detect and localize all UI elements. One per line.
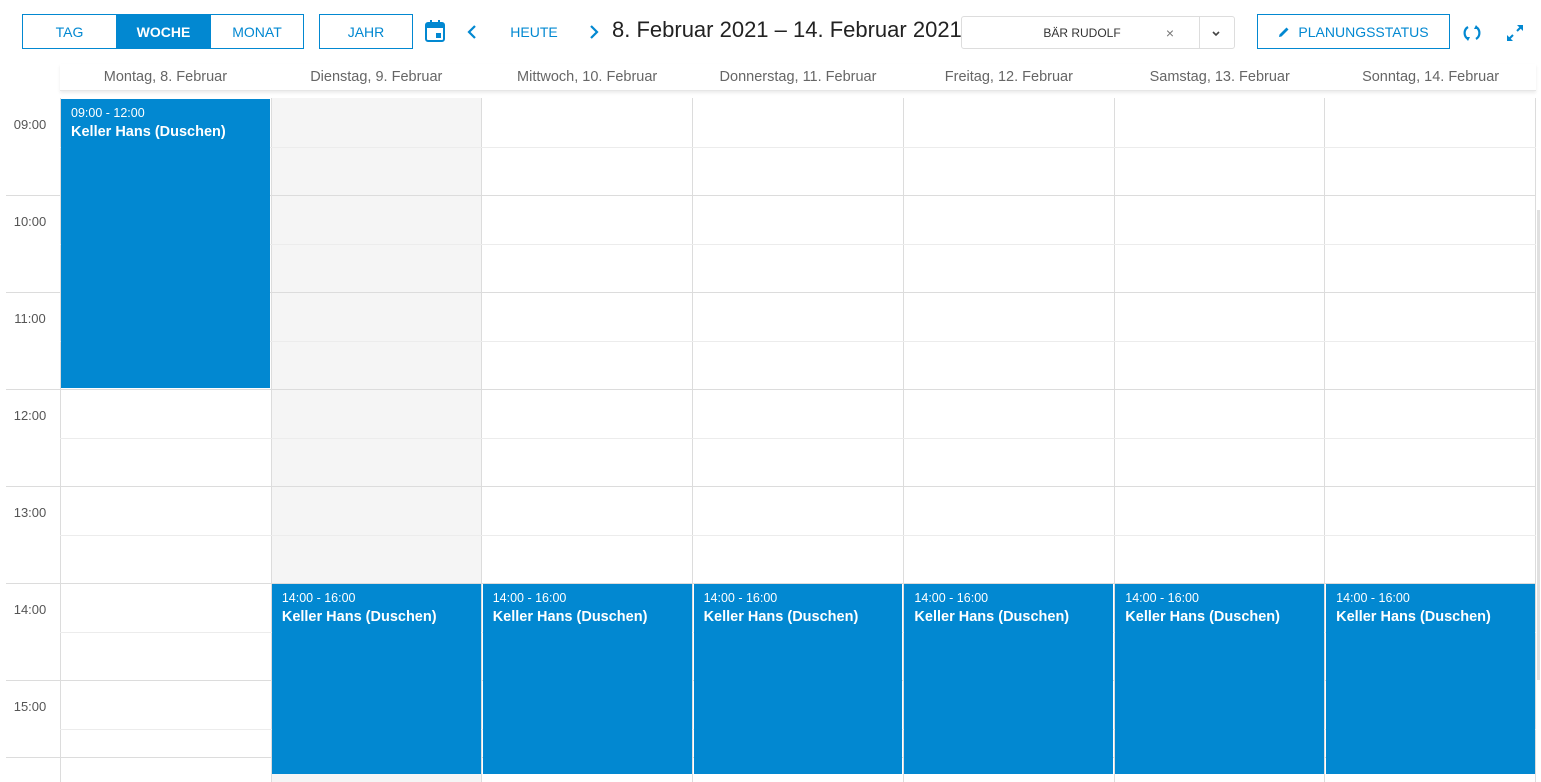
planning-status-button[interactable]: PLANUNGSSTATUS	[1257, 14, 1450, 49]
day-header-tuesday[interactable]: Dienstag, 9. Februar	[271, 64, 482, 90]
date-range-title: 8. Februar 2021 – 14. Februar 2021	[612, 17, 962, 42]
day-header-thursday[interactable]: Donnerstag, 11. Februar	[693, 64, 904, 90]
time-label: 15:00	[13, 699, 47, 714]
calendar-event[interactable]: 14:00 - 16:00 Keller Hans (Duschen)	[1115, 584, 1325, 774]
half-hour-line	[60, 147, 1536, 148]
close-icon[interactable]: ×	[1162, 25, 1178, 41]
day-header-friday[interactable]: Freitag, 12. Februar	[903, 64, 1114, 90]
hour-line	[6, 389, 1536, 390]
event-title: Keller Hans (Duschen)	[281, 609, 437, 625]
half-hour-line	[60, 535, 1536, 536]
pencil-icon	[1279, 27, 1289, 37]
half-hour-line	[60, 438, 1536, 439]
person-select[interactable]: BÄR RUDOLF ×	[961, 16, 1235, 49]
expand-icon[interactable]	[1504, 22, 1526, 44]
scrollbar[interactable]	[1537, 210, 1540, 680]
half-hour-line	[60, 244, 1536, 245]
view-year-button[interactable]: JAHR	[319, 14, 413, 49]
day-header-row: Montag, 8. Februar Dienstag, 9. Februar …	[60, 64, 1536, 91]
select-divider	[1199, 17, 1200, 48]
time-label: 09:00	[13, 117, 47, 132]
event-time: 09:00 - 12:00	[71, 106, 145, 120]
time-label: 10:00	[13, 214, 47, 229]
calendar-event[interactable]: 14:00 - 16:00 Keller Hans (Duschen)	[482, 584, 692, 774]
refresh-icon[interactable]	[1461, 22, 1483, 44]
half-hour-line	[60, 341, 1536, 342]
chevron-left-icon[interactable]	[462, 21, 482, 43]
calendar-icon[interactable]	[424, 19, 446, 43]
event-title: Keller Hans (Duschen)	[492, 609, 648, 625]
today-button[interactable]: HEUTE	[502, 20, 566, 44]
day-header-wednesday[interactable]: Mittwoch, 10. Februar	[482, 64, 693, 90]
day-header-saturday[interactable]: Samstag, 13. Februar	[1114, 64, 1325, 90]
event-title: Keller Hans (Duschen)	[71, 124, 226, 140]
calendar-event[interactable]: 14:00 - 16:00 Keller Hans (Duschen)	[271, 584, 481, 774]
event-time: 14:00 - 16:00	[492, 591, 567, 605]
calendar-toolbar: TAG WOCHE MONAT JAHR HEUTE 8. Februar 20…	[0, 0, 1541, 64]
view-week-button[interactable]: WOCHE	[117, 15, 211, 48]
calendar-event[interactable]: 14:00 - 16:00 Keller Hans (Duschen)	[1326, 584, 1535, 774]
view-day-button[interactable]: TAG	[23, 15, 117, 48]
calendar-event[interactable]: 09:00 - 12:00 Keller Hans (Duschen)	[61, 99, 270, 388]
week-grid: 09:00 10:00 11:00 12:00 13:00 14:00 15:00 09:0…	[0, 98, 1541, 782]
event-title: Keller Hans (Duschen)	[703, 609, 859, 625]
view-month-button[interactable]: MONAT	[211, 15, 303, 48]
time-label: 11:00	[14, 311, 46, 326]
planning-status-label: PLANUNGSSTATUS	[1298, 23, 1429, 40]
event-title: Keller Hans (Duschen)	[914, 609, 1070, 625]
time-label: 13:00	[13, 505, 47, 520]
calendar-event[interactable]: 14:00 - 16:00 Keller Hans (Duschen)	[904, 584, 1114, 774]
event-title: Keller Hans (Duschen)	[1336, 609, 1491, 625]
event-time: 14:00 - 16:00	[1336, 591, 1410, 605]
event-time: 14:00 - 16:00	[914, 591, 989, 605]
chevron-down-icon[interactable]	[1208, 25, 1224, 41]
chevron-right-icon[interactable]	[584, 21, 604, 43]
day-header-sunday[interactable]: Sonntag, 14. Februar	[1325, 64, 1536, 90]
hour-line	[6, 486, 1536, 487]
event-time: 14:00 - 16:00	[281, 591, 356, 605]
day-header-monday[interactable]: Montag, 8. Februar	[60, 64, 271, 90]
event-title: Keller Hans (Duschen)	[1125, 609, 1280, 625]
view-switcher: TAG WOCHE MONAT	[22, 14, 304, 49]
time-label: 12:00	[13, 408, 47, 423]
calendar-event[interactable]: 14:00 - 16:00 Keller Hans (Duschen)	[693, 584, 903, 774]
event-time: 14:00 - 16:00	[1125, 591, 1199, 605]
event-time: 14:00 - 16:00	[703, 591, 778, 605]
time-label: 14:00	[13, 602, 47, 617]
